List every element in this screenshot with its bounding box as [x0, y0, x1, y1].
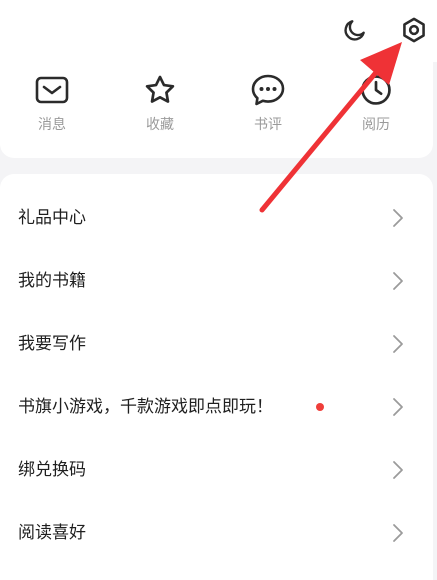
- quick-action-reviews[interactable]: 书评: [228, 72, 308, 142]
- clock-icon: [361, 75, 391, 105]
- menu-item-label: 礼品中心: [18, 207, 86, 228]
- quick-action-label: 阅历: [362, 117, 390, 133]
- menu-item-reading-preferences[interactable]: 阅读喜好: [0, 501, 433, 564]
- top-bar: [0, 0, 437, 62]
- chat-bubble-icon: [251, 74, 285, 106]
- profile-page: 消息 收藏 书评 阅历 礼品中心 我的书籍 我要写作 书旗小游戏，千款游戏即点即…: [0, 0, 437, 580]
- moon-icon: [344, 20, 365, 41]
- chevron-right-icon: [389, 333, 407, 355]
- settings-button[interactable]: [398, 14, 430, 46]
- gear-icon: [403, 17, 425, 43]
- chevron-right-icon: [389, 396, 407, 418]
- menu-item-mini-games[interactable]: 书旗小游戏，千款游戏即点即玩！: [0, 375, 433, 438]
- quick-action-label: 书评: [254, 117, 282, 133]
- menu-item-label: 我的书籍: [18, 270, 86, 291]
- chevron-right-icon: [389, 270, 407, 292]
- chevron-right-icon: [389, 207, 407, 229]
- notification-dot: [316, 402, 324, 411]
- quick-action-label: 消息: [38, 117, 66, 133]
- quick-action-messages[interactable]: 消息: [12, 72, 92, 142]
- menu-item-redeem-code[interactable]: 绑兑换码: [0, 438, 433, 501]
- night-mode-button[interactable]: [339, 14, 371, 46]
- quick-actions-card: 消息 收藏 书评 阅历: [0, 62, 433, 158]
- quick-action-label: 收藏: [146, 117, 174, 133]
- star-icon: [145, 75, 175, 103]
- chevron-right-icon: [389, 522, 407, 544]
- menu-item-label: 绑兑换码: [18, 459, 86, 480]
- menu-item-gift-center[interactable]: 礼品中心: [0, 186, 433, 249]
- menu-item-write[interactable]: 我要写作: [0, 312, 433, 375]
- chevron-right-icon: [389, 459, 407, 481]
- menu-item-label: 阅读喜好: [18, 522, 86, 543]
- quick-action-favorites[interactable]: 收藏: [120, 72, 200, 142]
- menu-item-my-books[interactable]: 我的书籍: [0, 249, 433, 312]
- menu-item-label: 我要写作: [18, 333, 86, 354]
- menu-list-card: 礼品中心 我的书籍 我要写作 书旗小游戏，千款游戏即点即玩！ 绑兑换码 阅读喜好: [0, 174, 433, 580]
- envelope-icon: [35, 76, 69, 104]
- quick-action-history[interactable]: 阅历: [336, 72, 416, 142]
- menu-item-label: 书旗小游戏，千款游戏即点即玩！: [18, 396, 273, 417]
